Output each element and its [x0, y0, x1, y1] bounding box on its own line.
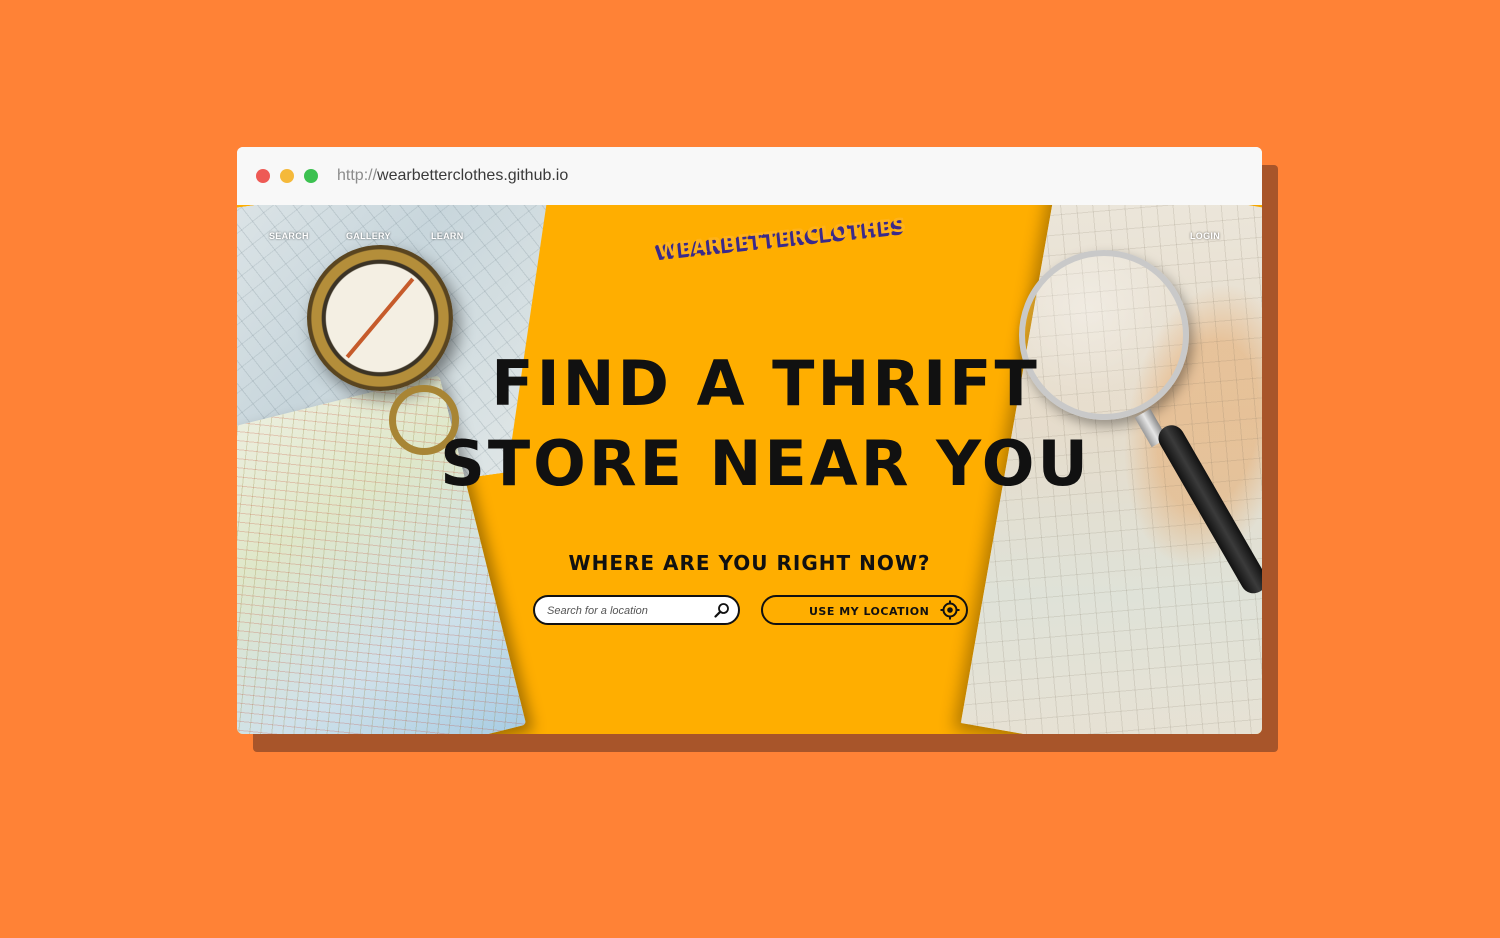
nav-gallery-link[interactable]: GALLERY — [346, 231, 391, 241]
location-search-input[interactable] — [545, 601, 709, 621]
use-my-location-label: USE MY LOCATION — [809, 605, 930, 618]
url-host: wearbetterclothes.github.io — [377, 167, 569, 184]
nav-learn-link[interactable]: LEARN — [431, 231, 464, 241]
hero-page: SEARCH GALLERY LEARN LOGIN WEARBETTERCLO… — [237, 205, 1262, 734]
browser-toolbar: http://wearbetterclothes.github.io — [237, 147, 1262, 206]
compass-needle — [345, 277, 415, 359]
search-icon[interactable] — [714, 602, 730, 618]
maximize-window-button[interactable] — [304, 169, 318, 183]
minimize-window-button[interactable] — [280, 169, 294, 183]
url-protocol: http:// — [337, 167, 378, 184]
site-logo[interactable]: WEARBETTERCLOTHES — [657, 214, 908, 262]
location-search-box — [533, 595, 740, 625]
nav-login-link[interactable]: LOGIN — [1190, 231, 1220, 241]
hero-headline-line2: STORE NEAR YOU — [440, 427, 1091, 500]
close-window-button[interactable] — [256, 169, 270, 183]
nav-search-link[interactable]: SEARCH — [269, 231, 309, 241]
browser-window: http://wearbetterclothes.github.io SEARC… — [237, 147, 1262, 734]
address-bar[interactable]: http://wearbetterclothes.github.io — [337, 167, 568, 185]
use-my-location-button[interactable]: USE MY LOCATION — [761, 595, 968, 625]
crosshair-icon — [940, 600, 960, 620]
hero-headline-line1: FIND A THRIFT — [491, 347, 1040, 420]
location-prompt: WHERE ARE YOU RIGHT NOW? — [568, 551, 931, 575]
